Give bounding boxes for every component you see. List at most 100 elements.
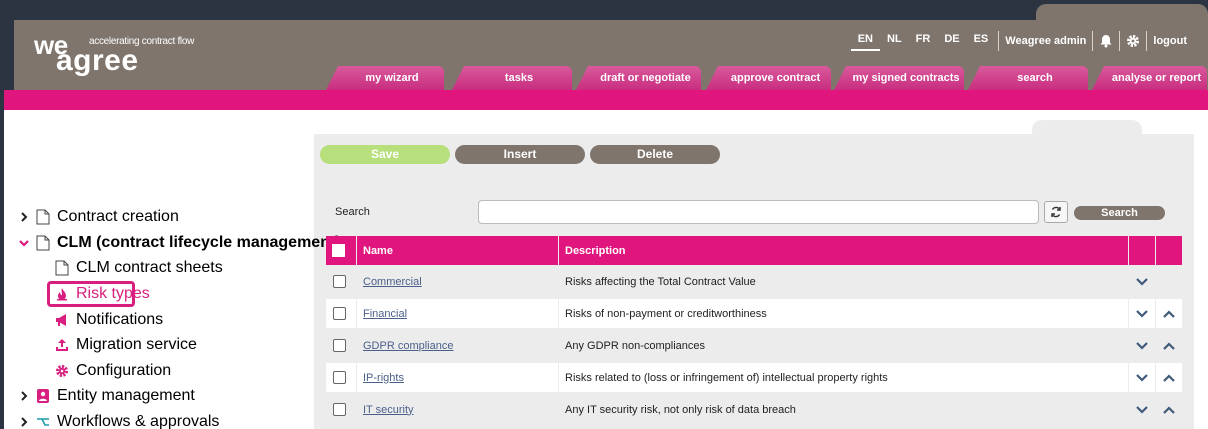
lang-es[interactable]: ES: [967, 31, 996, 51]
document-icon: [36, 209, 50, 225]
tab-draft-or-negotiate[interactable]: draft or negotiate: [576, 66, 701, 90]
tab-search[interactable]: search: [968, 66, 1088, 90]
column-header-down: [1129, 236, 1155, 265]
sidebar-item-contract-creation[interactable]: Contract creation: [18, 207, 179, 227]
chevron-down-icon: [1136, 341, 1148, 350]
sidebar-item-clm-contract-sheets[interactable]: CLM contract sheets: [55, 258, 223, 278]
logout-link[interactable]: logout: [1150, 35, 1190, 47]
tab-analyse-or-report[interactable]: analyse or report: [1092, 66, 1207, 90]
column-header-up: [1156, 236, 1182, 265]
chevron-down-icon: [1136, 405, 1148, 414]
upload-icon: [56, 339, 68, 351]
risk-type-link[interactable]: Financial: [363, 308, 407, 320]
row-checkbox[interactable]: [333, 371, 346, 384]
lang-de[interactable]: DE: [937, 31, 966, 51]
search-button[interactable]: Search: [1074, 206, 1165, 220]
table-row: Financial Risks of non-payment or creditw…: [322, 298, 1182, 328]
description-cell: Risks of non-payment or creditworthiness: [559, 299, 1128, 328]
divider: [1092, 31, 1094, 51]
sidebar-item-clm[interactable]: CLM (contract lifecycle management): [18, 233, 341, 253]
tab-approve-contract[interactable]: approve contract: [706, 66, 831, 90]
name-cell: IT security: [357, 395, 558, 424]
move-down-button[interactable]: [1129, 331, 1155, 360]
sidebar-item-entity-management[interactable]: Entity management: [18, 386, 195, 406]
main-tabs: my wizard tasks draft or negotiate appro…: [326, 66, 1207, 90]
sidebar-item-workflows[interactable]: Workflows & approvals: [18, 412, 219, 429]
lang-nl[interactable]: NL: [880, 31, 909, 51]
risk-type-link[interactable]: Commercial: [363, 276, 422, 288]
row-checkbox[interactable]: [333, 339, 346, 352]
document-icon: [55, 260, 69, 276]
sidebar-item-label: Contract creation: [57, 208, 179, 225]
tab-my-signed-contracts[interactable]: my signed contracts: [834, 66, 964, 90]
insert-button[interactable]: Insert: [455, 145, 585, 164]
gear-icon: [56, 365, 68, 377]
move-up-button: [1156, 267, 1182, 296]
tab-tasks[interactable]: tasks: [452, 66, 572, 90]
row-select-cell: [326, 363, 356, 392]
gear-icon[interactable]: [1123, 31, 1143, 51]
move-up-button[interactable]: [1156, 395, 1182, 424]
workflow-icon: [37, 418, 49, 426]
sidebar-item-label: Notifications: [76, 311, 164, 328]
move-up-button[interactable]: [1156, 299, 1182, 328]
sidebar-item-configuration[interactable]: Configuration: [55, 361, 171, 381]
user-name[interactable]: Weagree admin: [1002, 35, 1089, 47]
row-select-cell: [326, 331, 356, 360]
document-icon: [36, 235, 50, 251]
divider: [998, 31, 1000, 51]
sidebar-item-label: Entity management: [57, 387, 195, 404]
chevron-up-icon: [1163, 341, 1175, 350]
select-all-checkbox[interactable]: [332, 244, 345, 257]
lang-fr[interactable]: FR: [909, 31, 938, 51]
chevron-right-icon: [21, 391, 28, 401]
sidebar-item-risk-types[interactable]: Risk types: [55, 284, 150, 304]
logo-agree: agree: [56, 44, 139, 77]
search-input[interactable]: [478, 200, 1039, 224]
move-down-button[interactable]: [1129, 299, 1155, 328]
move-down-button[interactable]: [1129, 267, 1155, 296]
description-cell: Any IT security risk, not only risk of d…: [559, 395, 1128, 424]
sidebar-item-label: Risk types: [76, 285, 150, 302]
row-checkbox[interactable]: [333, 275, 346, 288]
save-button[interactable]: Save: [320, 145, 450, 164]
chevron-down-icon: [1136, 277, 1148, 286]
divider: [1119, 31, 1121, 51]
column-header-description[interactable]: Description: [559, 236, 1128, 265]
sidebar-item-label: CLM (contract lifecycle management): [57, 234, 341, 251]
risk-type-link[interactable]: GDPR compliance: [363, 340, 453, 352]
sidebar-item-label: Migration service: [76, 336, 197, 353]
sidebar-item-label: CLM contract sheets: [76, 259, 223, 276]
sidebar-item-notifications[interactable]: Notifications: [55, 310, 163, 330]
tab-my-wizard[interactable]: my wizard: [326, 66, 444, 90]
app-header: we accelerating contract flow agree EN N…: [14, 20, 1208, 90]
table-row: IT security Any IT security risk, not onl…: [322, 394, 1182, 424]
row-select-cell: [326, 267, 356, 296]
row-checkbox[interactable]: [333, 403, 346, 416]
move-up-button[interactable]: [1156, 331, 1182, 360]
move-up-button[interactable]: [1156, 363, 1182, 392]
chevron-right-icon: [21, 417, 28, 427]
name-cell: Financial: [357, 299, 558, 328]
move-down-button[interactable]: [1129, 395, 1155, 424]
delete-button[interactable]: Delete: [590, 145, 720, 164]
sidebar-item-migration-service[interactable]: Migration service: [55, 335, 197, 355]
name-cell: GDPR compliance: [357, 331, 558, 360]
refresh-button[interactable]: [1044, 201, 1068, 223]
table-row: Commercial Risks affecting the Total Cont…: [322, 266, 1182, 296]
move-down-button[interactable]: [1129, 363, 1155, 392]
lang-en[interactable]: EN: [850, 31, 880, 51]
risk-type-link[interactable]: IP-rights: [363, 372, 404, 384]
divider: [1146, 31, 1148, 51]
column-header-name[interactable]: Name: [357, 236, 558, 265]
row-select-cell: [326, 395, 356, 424]
table-row: GDPR compliance Any GDPR non-compliances: [322, 330, 1182, 360]
table-row: IP-rights Risks related to (loss or infri…: [322, 362, 1182, 392]
sidebar-item-label: Configuration: [76, 362, 172, 379]
bell-icon[interactable]: [1096, 31, 1116, 51]
chevron-down-icon: [1136, 309, 1148, 318]
select-all-cell: [326, 236, 356, 265]
row-checkbox[interactable]: [333, 307, 346, 320]
pink-bar: [4, 90, 1208, 110]
risk-type-link[interactable]: IT security: [363, 404, 414, 416]
